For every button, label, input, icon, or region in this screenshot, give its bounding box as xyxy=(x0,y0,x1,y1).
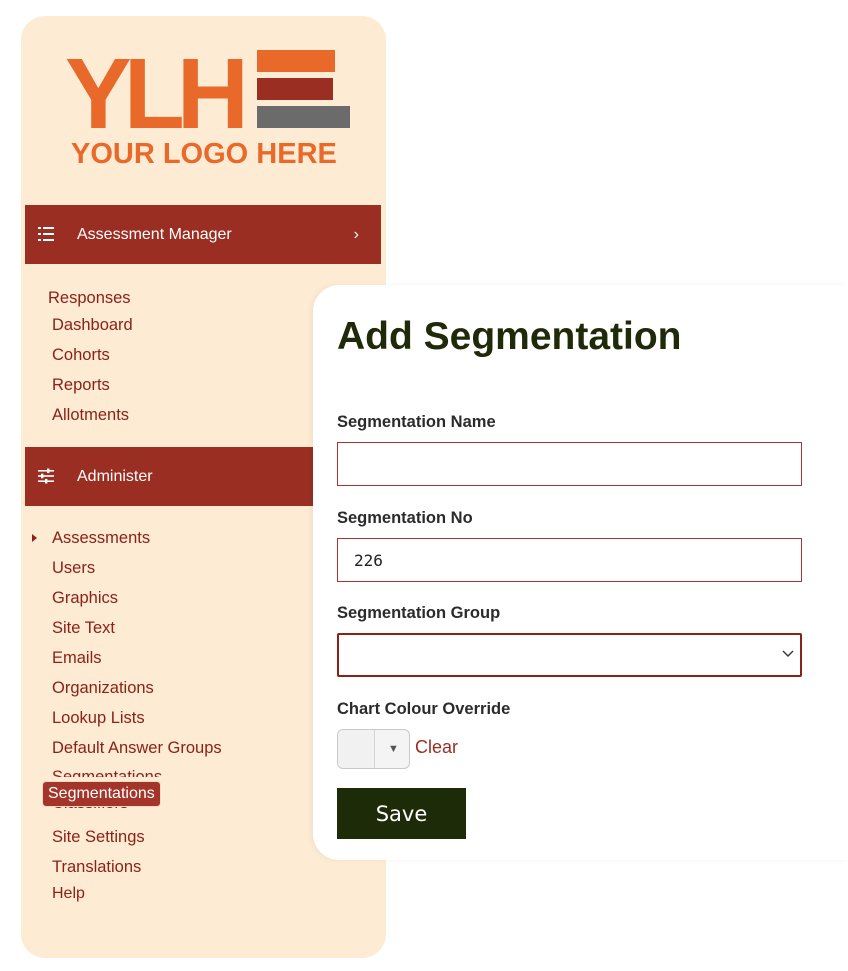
sidebar-item-segmentations[interactable]: Segmentations xyxy=(52,768,162,777)
sidebar-item-cohorts[interactable]: Cohorts xyxy=(52,346,110,365)
add-segmentation-panel: Add Segmentation Segmentation Name Segme… xyxy=(313,285,848,860)
sidebar-item-responses[interactable]: Responses xyxy=(48,289,131,308)
administer-label: Administer xyxy=(77,467,153,485)
expand-arrow-icon[interactable] xyxy=(32,534,37,542)
segmentation-no-input[interactable]: 226 xyxy=(337,538,802,582)
clear-colour-link[interactable]: Clear xyxy=(415,737,458,758)
segmentation-group-label: Segmentation Group xyxy=(337,604,501,622)
chevron-right-icon: › xyxy=(353,225,359,243)
sidebar-item-organizations[interactable]: Organizations xyxy=(52,679,154,698)
list-icon xyxy=(38,227,54,241)
segmentation-no-label: Segmentation No xyxy=(337,509,473,527)
sidebar-item-users[interactable]: Users xyxy=(52,559,95,578)
sidebar-item-graphics[interactable]: Graphics xyxy=(52,589,118,608)
sidebar-item-allotments[interactable]: Allotments xyxy=(52,406,129,425)
colour-picker[interactable]: ▼ xyxy=(337,729,410,769)
chevron-down-icon xyxy=(782,650,794,657)
sidebar-item-default-answer-groups[interactable]: Default Answer Groups xyxy=(52,739,222,758)
logo: YLH YOUR LOGO HERE xyxy=(65,44,355,180)
assessment-manager-header[interactable]: Assessment Manager › xyxy=(25,205,381,264)
sidebar-item-site-settings[interactable]: Site Settings xyxy=(52,828,145,847)
segmentation-name-label: Segmentation Name xyxy=(337,413,496,431)
sidebar-item-reports[interactable]: Reports xyxy=(52,376,110,395)
assessment-manager-label: Assessment Manager xyxy=(77,225,232,243)
sidebar-item-site-text[interactable]: Site Text xyxy=(52,619,115,638)
colour-swatch xyxy=(338,730,375,768)
sidebar-item-translations[interactable]: Translations xyxy=(52,858,141,877)
segmentation-name-input[interactable] xyxy=(337,442,802,486)
sliders-icon xyxy=(38,468,54,484)
logo-bar-grey xyxy=(257,106,350,128)
sidebar-item-segmentations-label: Segmentations xyxy=(52,768,163,777)
logo-tagline: YOUR LOGO HERE xyxy=(71,138,337,170)
logo-bar-red xyxy=(257,78,333,100)
segmentation-group-select[interactable] xyxy=(337,633,802,677)
save-button[interactable]: Save xyxy=(337,788,466,839)
segmentations-tooltip: Segmentations xyxy=(42,781,161,807)
logo-bar-orange xyxy=(257,50,335,72)
logo-letters: YLH xyxy=(65,38,249,150)
sidebar-item-assessments[interactable]: Assessments xyxy=(52,529,150,548)
sidebar-item-help[interactable]: Help xyxy=(52,885,85,903)
sidebar-item-dashboard[interactable]: Dashboard xyxy=(52,316,133,335)
dropdown-arrow-icon: ▼ xyxy=(388,743,399,755)
page-title: Add Segmentation xyxy=(337,315,682,358)
chart-colour-override-label: Chart Colour Override xyxy=(337,700,511,718)
sidebar-item-lookup-lists[interactable]: Lookup Lists xyxy=(52,709,145,728)
sidebar-item-emails[interactable]: Emails xyxy=(52,649,102,668)
